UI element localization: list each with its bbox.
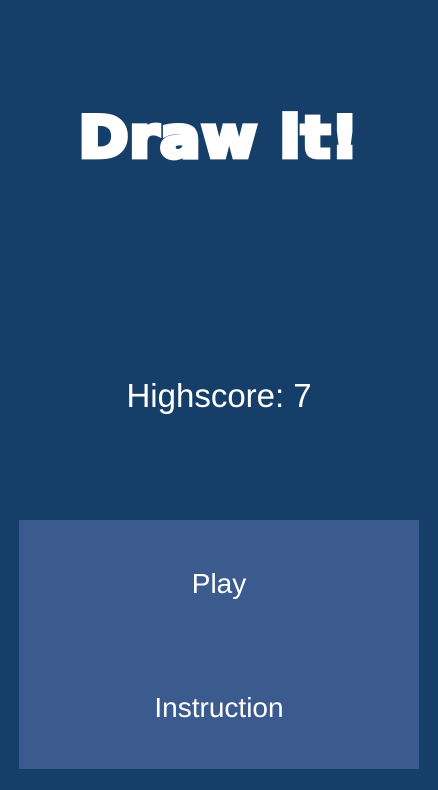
game-title: Draw it! xyxy=(76,102,361,173)
app-screen: { "app": { "title": "Draw it!" }, "highs… xyxy=(0,0,438,790)
highscore-display: Highscore: 7 xyxy=(0,374,438,418)
instruction-button[interactable]: Instruction xyxy=(19,688,419,728)
highscore-label: Highscore: xyxy=(126,377,285,414)
highscore-value: 7 xyxy=(293,377,312,414)
play-button[interactable]: Play xyxy=(19,564,419,604)
main-menu-panel: Play Instruction xyxy=(19,520,419,769)
